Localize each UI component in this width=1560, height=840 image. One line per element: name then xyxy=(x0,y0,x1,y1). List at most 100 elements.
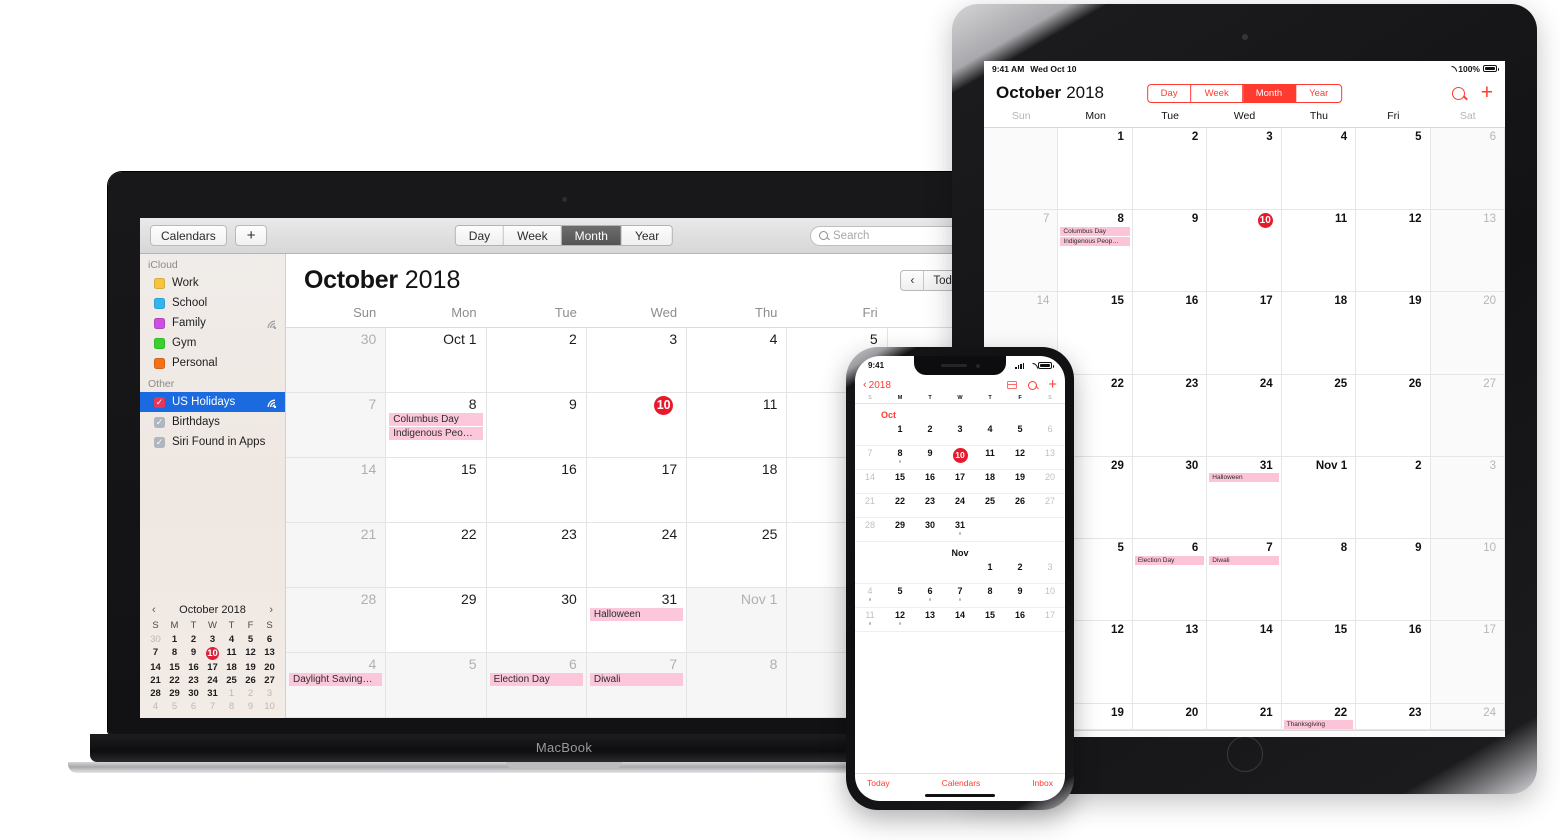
ipad-day-cell[interactable]: 21 xyxy=(1207,703,1282,730)
ipad-day-cell[interactable]: 16 xyxy=(1356,621,1431,704)
iphone-day-cell[interactable] xyxy=(855,560,885,584)
iphone-day-cell[interactable]: 5 xyxy=(885,584,915,608)
mini-calendar-day[interactable]: 13 xyxy=(260,647,279,660)
ipad-day-cell[interactable]: 23 xyxy=(1132,374,1208,457)
iphone-day-cell[interactable]: 2 xyxy=(1005,560,1035,584)
sidebar-item-work[interactable]: Work xyxy=(140,273,285,293)
mac-event-chip[interactable]: Halloween xyxy=(589,608,684,621)
iphone-back-button[interactable]: ‹ 2018 xyxy=(863,379,891,391)
iphone-day-cell[interactable]: 31 xyxy=(945,518,975,542)
iphone-day-cell[interactable]: 16 xyxy=(1005,608,1035,632)
ipad-day-cell[interactable]: 17 xyxy=(1430,621,1505,704)
iphone-day-cell[interactable]: 8 xyxy=(975,584,1005,608)
ipad-event-chip[interactable]: Halloween xyxy=(1209,473,1279,483)
ipad-day-cell[interactable]: 7 Diwali xyxy=(1207,539,1282,622)
iphone-day-cell[interactable]: 23 xyxy=(915,494,945,518)
mini-calendar-day[interactable]: 17 xyxy=(203,662,222,673)
iphone-day-cell[interactable]: 11 xyxy=(975,446,1005,470)
sidebar-item-family[interactable]: Family xyxy=(140,313,285,333)
ipad-day-cell[interactable]: 18 xyxy=(1281,292,1357,375)
ipad-day-cell[interactable]: 15 xyxy=(1281,621,1357,704)
ipad-view-year[interactable]: Year xyxy=(1296,85,1341,102)
iphone-day-cell[interactable]: 27 xyxy=(1035,494,1065,518)
iphone-day-cell[interactable]: 22 xyxy=(885,494,915,518)
iphone-day-cell[interactable]: 9 xyxy=(1005,584,1035,608)
ipad-day-cell[interactable]: 22 Thanksgiving xyxy=(1281,703,1357,730)
sidebar-item-gym[interactable]: Gym xyxy=(140,333,285,353)
mini-calendar-day[interactable]: 21 xyxy=(146,675,165,686)
iphone-day-cell[interactable]: 30 xyxy=(915,518,945,542)
ipad-event-chip[interactable]: Indigenous Peop… xyxy=(1060,237,1130,247)
iphone-day-cell[interactable]: 20 xyxy=(1035,470,1065,494)
mini-calendar-day[interactable]: 6 xyxy=(184,701,203,712)
mini-calendar-next-button[interactable]: › xyxy=(269,604,273,616)
ipad-day-cell[interactable]: 20 xyxy=(1430,292,1505,375)
mac-day-cell[interactable]: 5 xyxy=(386,653,487,718)
mini-calendar-day[interactable]: 22 xyxy=(165,675,184,686)
ipad-day-cell[interactable]: 10 xyxy=(1207,210,1282,293)
mini-calendar-day[interactable]: 9 xyxy=(241,701,260,712)
mini-calendar-day[interactable]: 4 xyxy=(222,634,241,645)
ipad-inbox-button[interactable]: Inbox xyxy=(1466,737,1493,738)
mac-day-cell[interactable]: 18 xyxy=(687,458,788,523)
iphone-months-scroll[interactable]: Oct 1 2 3 4 5 6 7 8 9 10 11 12 13 14 15 16 17 18 19 20 21 22 23… xyxy=(855,404,1065,632)
mini-calendar-day[interactable]: 19 xyxy=(241,662,260,673)
sidebar-item-birthdays[interactable]: ✓ Birthdays xyxy=(140,412,285,432)
iphone-day-cell[interactable]: 5 xyxy=(1005,422,1035,446)
mini-calendar-day[interactable]: 2 xyxy=(241,688,260,699)
mac-day-cell[interactable]: 7 Diwali xyxy=(586,653,688,718)
ipad-day-cell[interactable]: 3 xyxy=(1430,456,1505,540)
ipad-view-segmented-control[interactable]: Day Week Month Year xyxy=(1146,83,1343,103)
mini-calendar-day[interactable]: 5 xyxy=(241,634,260,645)
iphone-day-cell[interactable]: 10 xyxy=(945,446,975,470)
mac-calendars-button[interactable]: Calendars xyxy=(150,225,227,246)
mac-day-cell[interactable]: 22 xyxy=(386,523,487,588)
ipad-day-cell[interactable]: 27 xyxy=(1430,374,1505,457)
ipad-day-cell[interactable]: 11 xyxy=(1281,210,1357,293)
mini-calendar-day[interactable]: 3 xyxy=(203,634,222,645)
ipad-event-chip[interactable]: Election Day xyxy=(1134,555,1205,565)
mini-calendar-day[interactable]: 31 xyxy=(203,688,222,699)
mac-view-week[interactable]: Week xyxy=(504,226,562,245)
ipad-day-cell[interactable]: 25 xyxy=(1281,374,1357,457)
mac-day-cell[interactable]: 16 xyxy=(486,458,587,523)
iphone-day-cell[interactable]: 1 xyxy=(885,422,915,446)
mac-day-cell[interactable]: 15 xyxy=(386,458,487,523)
iphone-day-cell[interactable]: 18 xyxy=(975,470,1005,494)
iphone-day-cell[interactable]: 13 xyxy=(1035,446,1065,470)
ipad-view-month[interactable]: Month xyxy=(1242,84,1297,102)
mac-day-cell[interactable]: 9 xyxy=(486,393,587,458)
ipad-day-cell[interactable]: 23 xyxy=(1356,703,1431,730)
ipad-day-cell[interactable]: 2 xyxy=(1132,128,1208,211)
calendar-checkbox[interactable]: ✓ xyxy=(154,416,165,428)
mac-day-cell[interactable]: 25 xyxy=(687,523,788,588)
mini-calendar-day[interactable]: 27 xyxy=(260,675,279,686)
iphone-day-cell[interactable]: 3 xyxy=(1035,560,1065,584)
iphone-day-cell[interactable]: 15 xyxy=(975,608,1005,632)
iphone-day-cell[interactable]: 8 xyxy=(885,446,915,470)
mac-view-year[interactable]: Year xyxy=(621,226,673,245)
plus-icon[interactable]: + xyxy=(1481,82,1493,103)
iphone-day-cell[interactable]: 7 xyxy=(855,446,885,470)
mac-day-cell[interactable]: 29 xyxy=(386,588,487,653)
iphone-day-cell[interactable] xyxy=(885,560,915,584)
ipad-day-cell[interactable]: 8 xyxy=(1281,539,1357,622)
iphone-day-cell[interactable] xyxy=(855,422,885,446)
mini-calendar-day[interactable]: 3 xyxy=(260,688,279,699)
ipad-day-cell[interactable] xyxy=(984,128,1059,211)
mini-calendar-day[interactable]: 7 xyxy=(203,701,222,712)
mac-view-month[interactable]: Month xyxy=(561,226,622,245)
iphone-day-cell[interactable]: 14 xyxy=(855,470,885,494)
mac-day-cell[interactable]: 30 xyxy=(486,588,587,653)
mac-day-cell[interactable]: Oct 1 xyxy=(386,328,487,393)
ipad-day-cell[interactable]: 6 Election Day xyxy=(1132,539,1208,622)
iphone-day-cell[interactable]: 17 xyxy=(1035,608,1065,632)
iphone-day-cell[interactable]: 10 xyxy=(1035,584,1065,608)
mac-event-chip[interactable]: Indigenous Peo… xyxy=(389,427,483,440)
mac-day-cell[interactable]: 10 xyxy=(586,393,688,458)
ipad-event-chip[interactable]: Thanksgiving xyxy=(1283,720,1354,729)
ipad-day-cell[interactable]: 24 xyxy=(1430,703,1505,730)
iphone-day-cell[interactable]: 12 xyxy=(885,608,915,632)
mini-calendar-day[interactable]: 10 xyxy=(206,647,219,660)
mac-day-cell[interactable]: 28 xyxy=(286,588,387,653)
